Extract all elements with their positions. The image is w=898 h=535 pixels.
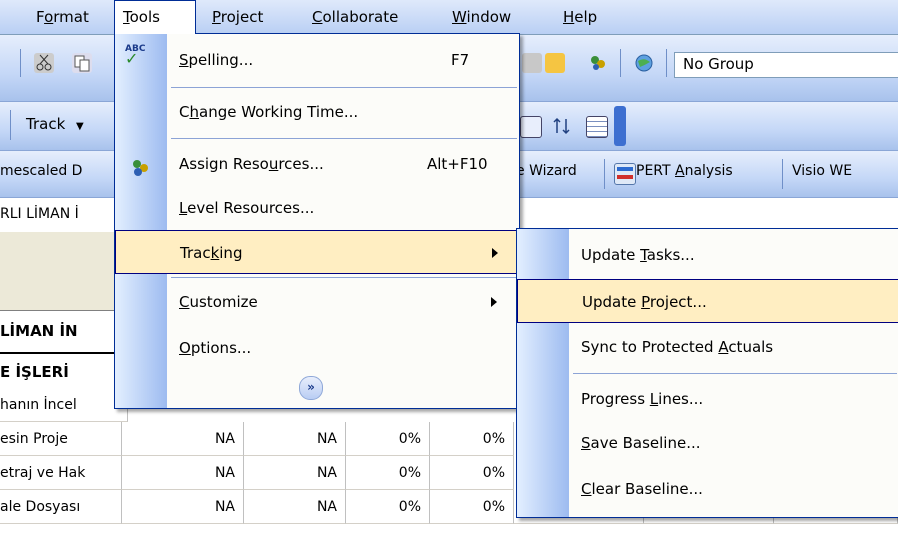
visio-wbs-button[interactable]: Visio WE (792, 163, 852, 179)
tools-menu: ABC ✓ Spelling... F7 Change Working Time.… (114, 33, 520, 409)
menu-item-clear-baseline[interactable]: Clear Baseline... (517, 467, 898, 511)
summary-task-name[interactable]: LİMAN İN (0, 312, 128, 350)
cell-percent-complete[interactable]: 0% (346, 456, 430, 490)
task-name-cell[interactable]: hanın İncel (0, 388, 128, 422)
sort-icon[interactable] (552, 116, 572, 136)
pert-analysis-button[interactable]: PERT Analysis (636, 163, 733, 179)
table-icon[interactable] (586, 116, 608, 138)
submenu-arrow-icon (492, 248, 498, 258)
menu-window[interactable]: Window (444, 0, 519, 34)
menu-item-spelling[interactable]: ABC ✓ Spelling... F7 (115, 38, 519, 82)
toolbar-options-icon[interactable] (614, 106, 626, 146)
menu-item-save-baseline[interactable]: Save Baseline... (517, 421, 898, 465)
group-select[interactable]: No Group (674, 52, 898, 78)
tracking-submenu: Update Tasks... Update Project... Sync t… (516, 228, 898, 518)
cell-finish[interactable]: NA (244, 422, 346, 456)
resources-icon[interactable] (588, 53, 608, 73)
menu-item-update-tasks[interactable]: Update Tasks... (517, 233, 898, 277)
dropdown-arrow-icon: ▼ (76, 121, 84, 132)
menu-tools[interactable]: Tools (114, 0, 196, 34)
assign-resources-icon (129, 152, 151, 176)
cell-finish[interactable]: NA (244, 456, 346, 490)
cut-icon[interactable] (34, 53, 54, 73)
menu-item-customize[interactable]: Customize (115, 280, 519, 324)
menu-format[interactable]: Format (28, 0, 97, 34)
menu-bar: Format Tools Project Collaborate Window … (0, 0, 898, 35)
grid-icon[interactable] (520, 116, 542, 138)
timescaled-data-button[interactable]: mescaled D (0, 163, 82, 179)
menu-project[interactable]: Project (204, 0, 271, 34)
hidden-toolbar-icon[interactable] (522, 53, 542, 73)
menu-item-update-project[interactable]: Update Project... (517, 279, 898, 323)
project-title-fragment: RLI LİMAN İ (0, 206, 79, 222)
menu-item-assign-resources[interactable]: Assign Resources... Alt+F10 (115, 142, 519, 186)
cell-start[interactable]: NA (122, 490, 244, 524)
menu-item-level-resources[interactable]: Level Resources... (115, 186, 519, 230)
track-button-label: Track (26, 115, 66, 133)
summary-task-name-2[interactable]: E İŞLERİ (0, 352, 128, 390)
cell-percent-complete[interactable]: 0% (346, 490, 430, 524)
double-chevron-down-icon[interactable]: » (299, 376, 323, 400)
menu-item-change-working-time[interactable]: Change Working Time... (115, 90, 519, 134)
cell-start[interactable]: NA (122, 456, 244, 490)
task-name-cell[interactable]: ale Dosyası (0, 490, 122, 524)
task-name-cell[interactable]: esin Proje (0, 422, 122, 456)
cell-physical-complete[interactable]: 0% (430, 422, 514, 456)
column-header[interactable] (0, 232, 129, 311)
menu-help[interactable]: Help (555, 0, 605, 34)
spelling-icon: ABC ✓ (125, 44, 146, 68)
wizard-button[interactable]: e Wizard (516, 163, 577, 179)
submenu-arrow-icon (491, 297, 497, 307)
pert-chart-icon (614, 163, 636, 185)
menu-item-options[interactable]: Options... (115, 326, 519, 370)
globe-icon[interactable] (634, 53, 654, 73)
menu-item-sync-protected-actuals[interactable]: Sync to Protected Actuals (517, 325, 898, 369)
menu-item-progress-lines[interactable]: Progress Lines... (517, 377, 898, 421)
cell-percent-complete[interactable]: 0% (346, 422, 430, 456)
shortcut-label: F7 (451, 51, 470, 69)
copy-icon[interactable] (72, 53, 92, 73)
cell-physical-complete[interactable]: 0% (430, 490, 514, 524)
menu-item-tracking[interactable]: Tracking (115, 230, 519, 274)
menu-collaborate[interactable]: Collaborate (304, 0, 406, 34)
task-name-cell[interactable]: etraj ve Hak (0, 456, 122, 490)
track-button[interactable]: Track ▼ (26, 115, 84, 133)
group-select-value: No Group (683, 55, 754, 73)
cell-start[interactable]: NA (122, 422, 244, 456)
cell-finish[interactable]: NA (244, 490, 346, 524)
notes-icon[interactable] (545, 53, 565, 73)
shortcut-label: Alt+F10 (427, 155, 488, 173)
cell-physical-complete[interactable]: 0% (430, 456, 514, 490)
